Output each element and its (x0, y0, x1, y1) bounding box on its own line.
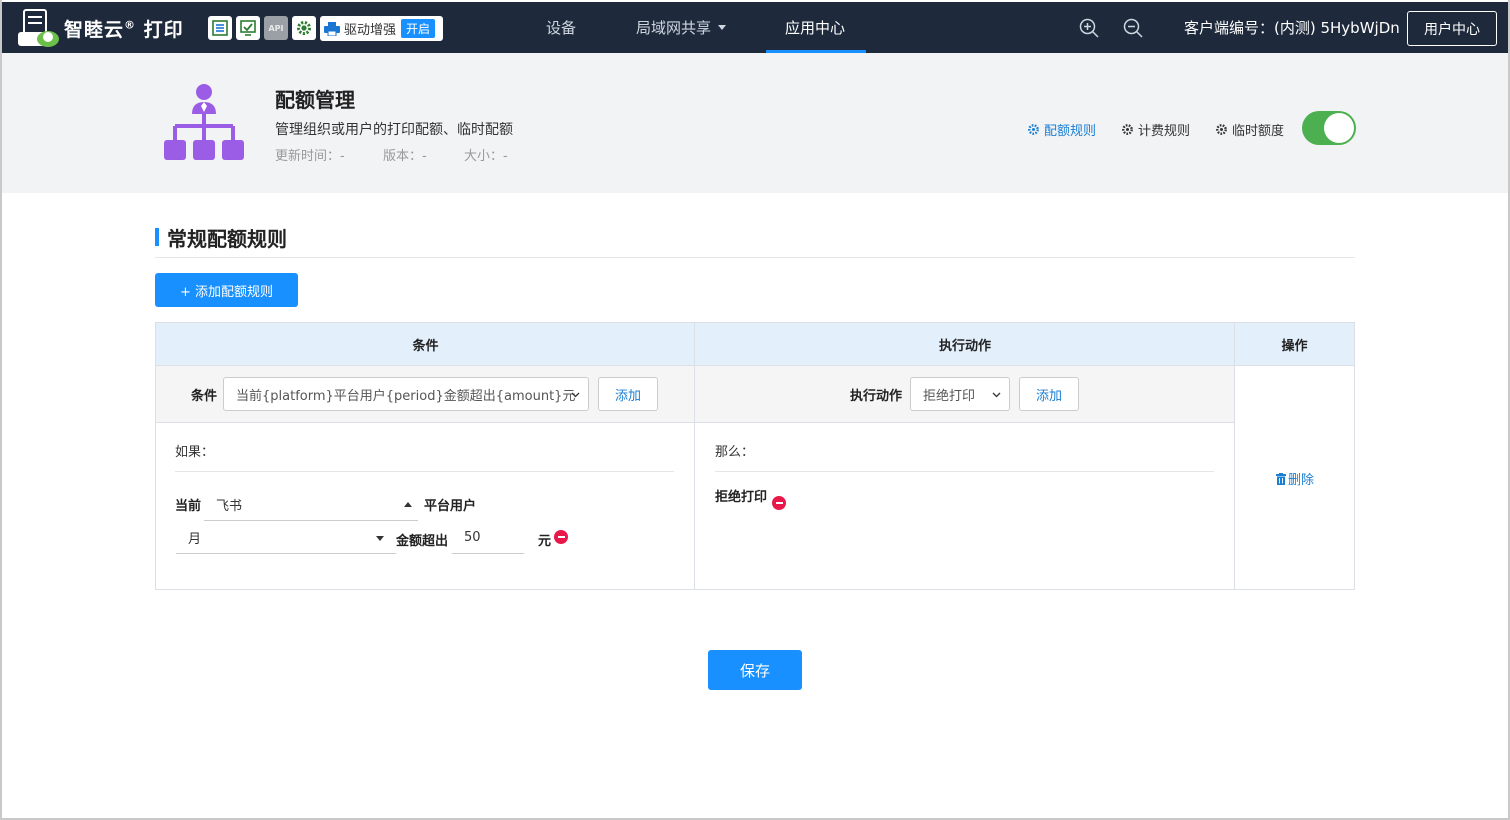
header-condition: 条件 (156, 323, 695, 366)
chevron-down-icon (992, 392, 1001, 398)
version: 版本：- (383, 149, 427, 164)
driver-status-badge: 开启 (401, 19, 436, 38)
nav-app-center[interactable]: 应用中心 (785, 2, 845, 53)
section-accent-bar (155, 228, 159, 246)
nav-devices[interactable]: 设备 (546, 2, 576, 53)
gear-icon (1028, 124, 1039, 135)
yuan-label: 元 (538, 534, 552, 549)
chevron-down-icon (718, 25, 727, 30)
gear-icon (1122, 124, 1133, 135)
header-action: 执行动作 (695, 323, 1235, 366)
divider (1234, 323, 1235, 589)
client-id: 客户端编号：(内测) 5HybWjDn (1184, 19, 1400, 37)
add-action-button[interactable]: 添加 (1019, 377, 1079, 411)
add-condition-button[interactable]: 添加 (598, 377, 658, 411)
platform-select[interactable]: 飞书 (204, 488, 418, 521)
caret-down-icon (376, 536, 384, 541)
delete-rule-button[interactable]: 删除 (1276, 469, 1314, 488)
monitor-check-icon[interactable] (236, 16, 260, 40)
zoom-out-icon[interactable] (1123, 18, 1143, 38)
app-title: 配额管理 (275, 88, 355, 112)
amount-exceed-label: 金额超出 (396, 534, 449, 549)
toggle-knob (1324, 113, 1354, 143)
remove-condition-icon[interactable] (554, 530, 568, 544)
driver-enhance-button[interactable]: 驱动增强 开启 (320, 16, 443, 41)
driver-label: 驱动增强 (344, 23, 397, 38)
chevron-down-icon (571, 392, 580, 398)
top-navbar: 智睦云® 打印 API 驱动增强 开启 设备 局域网共享 应用中心 客户端编号：… (2, 2, 1508, 53)
brand-name: 智睦云® 打印 (64, 18, 184, 41)
size: 大小：- (464, 149, 508, 164)
trash-icon (1276, 472, 1286, 485)
condition-label: 条件 (191, 389, 218, 404)
remove-action-icon[interactable] (772, 496, 786, 510)
user-center-button[interactable]: 用户中心 (1407, 11, 1497, 46)
current-label: 当前 (175, 499, 202, 514)
org-chart-icon (164, 84, 244, 160)
api-icon[interactable]: API (264, 16, 288, 40)
billing-rules-link[interactable]: 计费规则 (1121, 120, 1190, 139)
divider (155, 257, 1355, 258)
action-select[interactable]: 拒绝打印 (910, 377, 1010, 411)
zoom-in-icon[interactable] (1079, 18, 1099, 38)
divider (694, 323, 695, 589)
platform-user-label: 平台用户 (424, 499, 477, 514)
save-button[interactable]: 保存 (708, 650, 802, 690)
nav-lan-share[interactable]: 局域网共享 (636, 2, 727, 53)
quota-rules-link[interactable]: 配额规则 (1027, 120, 1096, 139)
gear-icon[interactable] (292, 16, 316, 40)
logo-icon (18, 9, 59, 47)
gear-icon (1216, 124, 1227, 135)
app-description: 管理组织或用户的打印配额、临时配额 (275, 122, 513, 138)
action-item: 拒绝打印 (715, 490, 768, 505)
amount-input[interactable]: 50 (452, 522, 524, 554)
temp-quota-toggle[interactable] (1302, 111, 1356, 145)
divider (175, 471, 674, 472)
printer-icon (324, 21, 340, 36)
updated-time: 更新时间：- (275, 149, 345, 164)
add-quota-rule-button[interactable]: + 添加配额规则 (155, 273, 298, 307)
list-icon[interactable] (208, 16, 232, 40)
caret-up-icon (404, 502, 412, 507)
action-label: 执行动作 (850, 389, 903, 404)
temp-quota-link[interactable]: 临时额度 (1215, 120, 1284, 139)
api-label: API (268, 23, 284, 33)
if-label: 如果： (175, 445, 215, 460)
period-select[interactable]: 月 (176, 522, 396, 554)
header-operation: 操作 (1235, 323, 1354, 366)
divider (715, 471, 1214, 472)
condition-select[interactable]: 当前{platform}平台用户{period}金额超出{amount}元 (223, 377, 589, 411)
then-label: 那么： (715, 445, 755, 460)
section-title: 常规配额规则 (167, 227, 287, 251)
